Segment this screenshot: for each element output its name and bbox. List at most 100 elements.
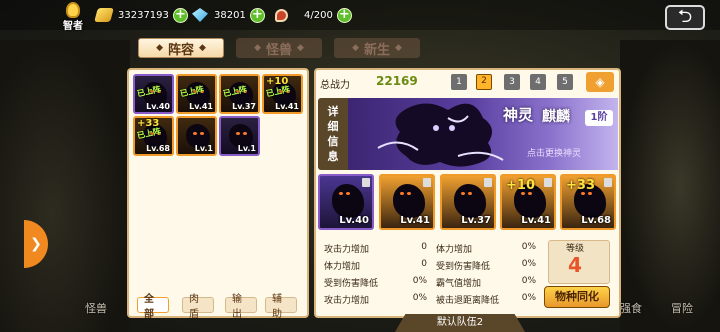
add-stamina-button[interactable]: + <box>336 7 352 23</box>
sage-label: 智者 <box>63 21 83 32</box>
guardian-tier-badge: 1阶 <box>585 110 613 126</box>
diamond-deco-icon: ◆ <box>156 43 163 53</box>
species-sync-button[interactable]: 物种同化 <box>544 286 610 308</box>
monster-portrait <box>454 184 486 218</box>
change-guardian-hint[interactable]: 点击更换神灵 <box>527 146 581 159</box>
team-member-slot[interactable]: Lv.40 <box>318 174 374 230</box>
diamond-deco-icon: ◆ <box>199 43 206 53</box>
slot-level: Lv.41 <box>189 102 213 111</box>
total-power-label: 总战力 <box>320 80 350 91</box>
stat-label: 被击退距离降低 <box>436 296 500 306</box>
roster-slot[interactable]: Lv.1 <box>176 116 217 156</box>
stat-value: 0 <box>421 259 427 269</box>
detail-info-tab[interactable]: 详 细 信 息 <box>318 98 348 170</box>
team-page-button[interactable]: 4 <box>530 74 546 90</box>
guardian-name: 麒麟 <box>542 109 570 125</box>
member-level: Lv.68 <box>581 215 611 226</box>
gold-icon <box>94 8 114 22</box>
team-page-button[interactable]: 1 <box>451 74 467 90</box>
roster-slot[interactable]: +10 已上阵 Lv.41 <box>262 74 303 114</box>
grade-value: 4 <box>568 253 582 277</box>
nav-monsters[interactable]: 怪兽 <box>85 300 107 316</box>
roster-slot[interactable]: 已上阵 Lv.40 <box>133 74 174 114</box>
team-page-button[interactable]: 2 <box>476 74 492 90</box>
roster-slot[interactable]: Lv.1 <box>219 116 260 156</box>
team-page-button[interactable]: 3 <box>504 74 520 90</box>
tab-lineup[interactable]: ◆ 阵容 ◆ <box>138 38 224 58</box>
slot-level: Lv.1 <box>237 144 256 153</box>
monster-portrait <box>393 184 425 218</box>
stat-value: 0 <box>421 242 427 252</box>
monster-portrait <box>332 184 364 218</box>
detail-char: 信 <box>327 135 339 148</box>
stat-value: 0% <box>521 242 536 252</box>
filter-support-button[interactable]: 辅助 <box>265 294 297 320</box>
tab-rebirth-label: 新生 <box>363 42 390 58</box>
stat-label: 受到伤害降低 <box>324 279 379 289</box>
gem-icon <box>192 8 208 22</box>
back-button[interactable]: ⮌ <box>665 5 705 30</box>
guardian-banner[interactable] <box>348 98 618 170</box>
diamond-deco-icon: ◆ <box>297 43 304 53</box>
team-member-slot[interactable]: +10 Lv.41 <box>500 174 556 230</box>
gold-amount: 33237193 <box>118 9 169 21</box>
member-level: Lv.41 <box>400 215 430 226</box>
team-member-slot[interactable]: Lv.37 <box>440 174 496 230</box>
guardian-title: 神灵 <box>503 106 534 124</box>
sort-button[interactable]: ◈ <box>586 72 614 92</box>
detail-char: 息 <box>327 150 339 163</box>
member-level: Lv.40 <box>339 215 369 226</box>
stat-label: 攻击力增加 <box>324 296 370 306</box>
filter-tank-button[interactable]: 肉盾 <box>182 294 214 320</box>
lock-icon <box>484 178 492 187</box>
detail-char: 详 <box>327 105 339 118</box>
lock-icon <box>362 178 370 187</box>
background-mountain <box>0 40 130 332</box>
filter-all-button[interactable]: 全部 <box>137 294 169 320</box>
add-gem-button[interactable]: + <box>249 7 265 23</box>
nav-feast[interactable]: 强食 <box>620 300 642 316</box>
add-gold-button[interactable]: + <box>172 7 188 23</box>
stat-label: 体力增加 <box>436 245 473 255</box>
stat-label: 受到伤害降低 <box>436 262 491 272</box>
stat-value: 0% <box>521 259 536 269</box>
roster-slot[interactable]: +33 已上阵 Lv.68 <box>133 116 174 156</box>
filter-dps-button[interactable]: 输出 <box>225 294 257 320</box>
nav-adventure[interactable]: 冒险 <box>671 300 693 316</box>
member-level: Lv.41 <box>521 215 551 226</box>
team-page-button[interactable]: 5 <box>557 74 573 90</box>
diamond-deco-icon: ◆ <box>352 43 359 53</box>
diamond-deco-icon: ◆ <box>254 43 261 53</box>
return-arrow-icon: ⮌ <box>677 6 693 27</box>
lock-icon <box>604 178 612 187</box>
tab-rebirth[interactable]: ◆ 新生 ◆ <box>334 38 420 58</box>
gem-resource: 38201 + <box>192 7 265 23</box>
tab-monsters[interactable]: ◆ 怪兽 ◆ <box>236 38 322 58</box>
detail-char: 细 <box>327 120 339 133</box>
roster-slot[interactable]: 已上阵 Lv.37 <box>219 74 260 114</box>
lock-icon <box>544 178 552 187</box>
team-member-slot[interactable]: Lv.41 <box>379 174 435 230</box>
qilin-silhouette <box>377 103 504 167</box>
sort-diamond-icon: ◈ <box>595 75 605 89</box>
total-power-value: 22169 <box>376 74 418 88</box>
slot-level: Lv.1 <box>194 144 213 153</box>
stat-value: 0% <box>412 276 427 286</box>
gold-resource: 33237193 + <box>94 7 188 23</box>
stat-value: 0% <box>521 293 536 303</box>
slot-level: Lv.37 <box>232 102 256 111</box>
team-member-slot[interactable]: +33 Lv.68 <box>560 174 616 230</box>
stamina-resource: 4/200 + <box>275 7 352 23</box>
gem-amount: 38201 <box>214 9 246 21</box>
sage-button[interactable]: 智者 <box>58 0 86 32</box>
meat-icon <box>275 8 288 22</box>
chevron-right-icon: ❯ <box>30 236 42 252</box>
member-level: Lv.37 <box>461 215 491 226</box>
lightbulb-icon <box>66 2 80 18</box>
roster-slot[interactable]: 已上阵 Lv.41 <box>176 74 217 114</box>
stamina-amount: 4/200 <box>304 9 333 21</box>
enhance-plus: +33 <box>566 178 595 193</box>
enhance-plus: +10 <box>506 178 535 193</box>
team-name-label[interactable]: 默认队伍2 <box>395 314 525 332</box>
tab-lineup-label: 阵容 <box>167 42 194 58</box>
